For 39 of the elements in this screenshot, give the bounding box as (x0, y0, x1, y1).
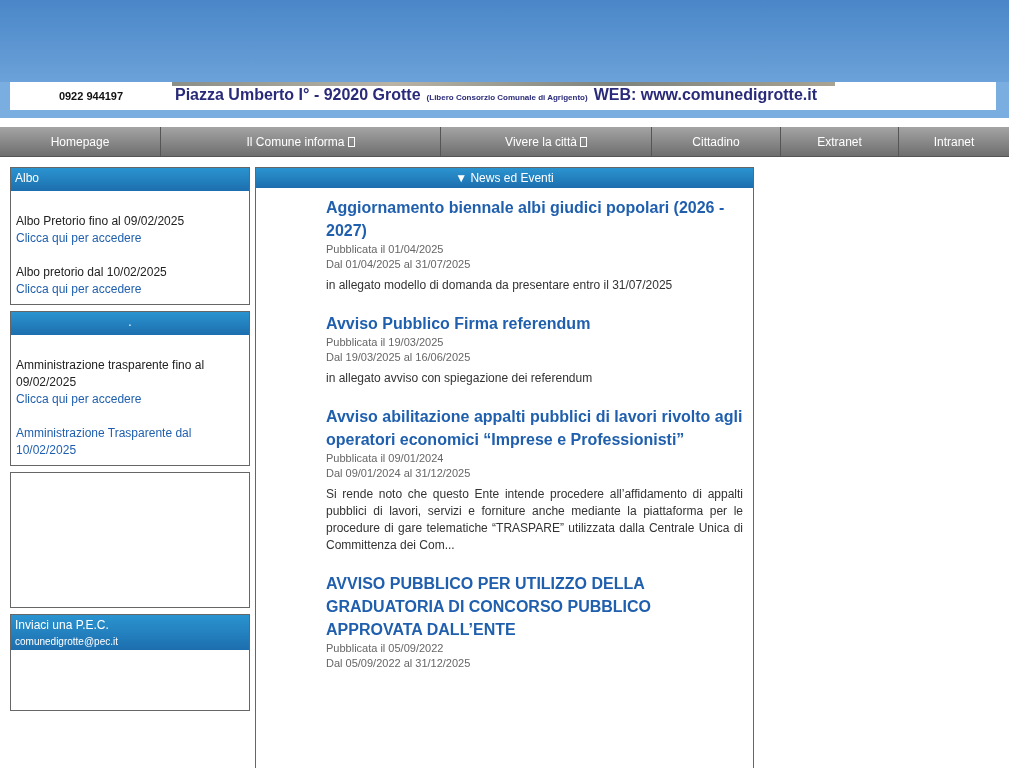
date-range: Dal 01/04/2025 al 31/07/2025 (326, 257, 472, 272)
publish-date: Pubblicata il 19/03/2025 (326, 335, 445, 350)
news-summary: Si rende noto che questo Ente intende procedere all’affidamento di appalti pubblici di lavori, servizi e forniture anche mediante la piattaforma per le procedure di gare telematiche “TRASPARE” utilizzata dalla Centrale Unica di Committenza dei Com... (326, 486, 743, 554)
address-text: Piazza Umberto I° - 92020 Grotte (175, 86, 421, 105)
panel-link[interactable]: Clicca qui per accedere (16, 281, 244, 298)
news-headline[interactable]: AVVISO PUBBLICO PER UTILIZZO DELLA GRADUATORIA DI CONCORSO PUBBLICO APPROVATA DALL’ENTE (326, 572, 743, 641)
panel-text: Amministrazione trasparente fino al 09/02/2025 (16, 357, 206, 391)
nav-item[interactable]: Vivere la città (440, 127, 651, 156)
pec-email: comunedigrotte@pec.it (15, 635, 119, 647)
news-title: ▼ News ed Eventi (256, 168, 753, 188)
panel-text: Albo pretorio dal 10/02/2025 (16, 264, 168, 281)
nav-item[interactable]: Intranet (898, 127, 1009, 156)
nav-item[interactable]: Homepage (0, 127, 160, 156)
publish-date: Pubblicata il 05/09/2022 (326, 641, 445, 656)
news-summary: in allegato modello di domanda da presentare entro il 31/07/2025 (326, 277, 674, 294)
web-address: WEB: www.comunedigrotte.it (593, 86, 818, 105)
panel-link[interactable]: Amministrazione Trasparente dal 10/02/2025 (16, 425, 244, 459)
region-text: (Libero Consorzio Comunale di Agrigento) (426, 93, 588, 103)
phone-number: 0922 944197 (58, 91, 124, 102)
news-headline[interactable]: Aggiornamento biennale albi giudici popolari (2026 - 2027) (326, 196, 743, 242)
nav-item[interactable]: Il Comune informa (160, 127, 440, 156)
publish-date: Pubblicata il 01/04/2025 (326, 242, 445, 257)
panel-link[interactable]: Clicca qui per accedere (16, 230, 244, 247)
news-headline[interactable]: Avviso Pubblico Firma referendum (326, 312, 743, 335)
missing-glyph-icon (579, 136, 587, 147)
nav-item[interactable]: Cittadino (651, 127, 780, 156)
nav-item[interactable]: Extranet (780, 127, 898, 156)
news-summary: in allegato avviso con spiegazione dei referendum (326, 370, 594, 387)
panel-text: Albo Pretorio fino al 09/02/2025 (16, 213, 186, 230)
date-range: Dal 05/09/2022 al 31/12/2025 (326, 656, 472, 671)
news-headline[interactable]: Avviso abilitazione appalti pubblici di lavori rivolto agli operatori economici “Imprese e Professionisti” (326, 405, 743, 451)
panel-title: . (11, 312, 249, 335)
panel-title: Inviaci una P.E.C. (15, 618, 110, 632)
panel-title: Albo (11, 168, 249, 191)
publish-date: Pubblicata il 09/01/2024 (326, 451, 445, 466)
date-range: Dal 19/03/2025 al 16/06/2025 (326, 350, 472, 365)
missing-glyph-icon (347, 136, 355, 147)
date-range: Dal 09/01/2024 al 31/12/2025 (326, 466, 472, 481)
panel-link[interactable]: Clicca qui per accedere (16, 391, 244, 408)
